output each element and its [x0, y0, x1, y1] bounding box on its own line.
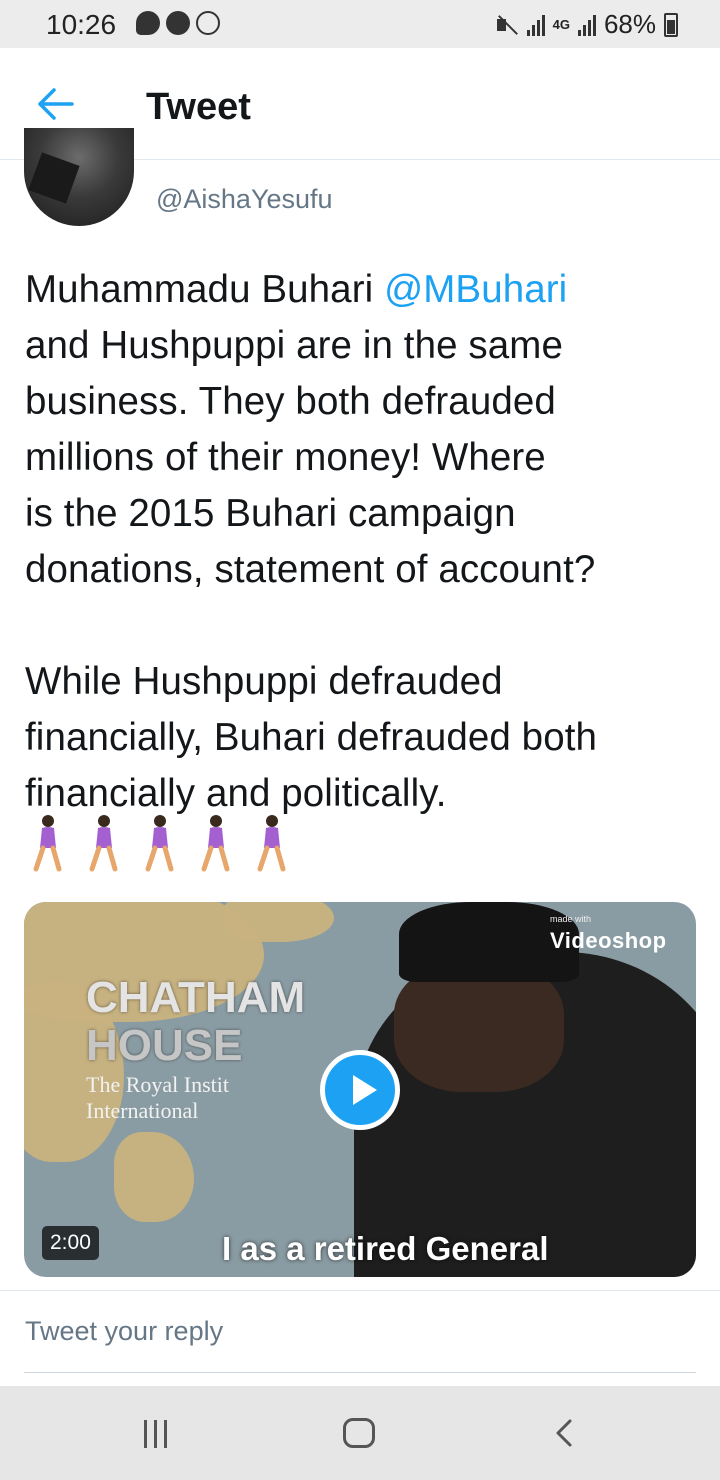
emoji-row: [28, 814, 292, 872]
network-type-label: 4G: [552, 17, 570, 32]
mention-link[interactable]: @MBuhari: [384, 268, 567, 311]
tweet-line: Muhammadu Buhari @MBuhari: [25, 268, 568, 311]
avatar[interactable]: [24, 128, 134, 226]
tweet-line: millions of their money! Where: [25, 436, 546, 479]
recent-apps-button[interactable]: [144, 1420, 167, 1448]
signal-icon: [526, 14, 545, 36]
woman-walking-icon: [257, 815, 286, 872]
video-caption: I as a retired General: [222, 1230, 549, 1267]
mute-icon: [495, 14, 519, 36]
tweet-line: and Hushpuppi are in the same: [25, 324, 563, 367]
avatar-image: [28, 152, 80, 204]
status-time: 10:26: [46, 9, 117, 40]
play-button[interactable]: [320, 1050, 400, 1130]
battery-icon: [664, 12, 678, 37]
notification-icons: [136, 11, 220, 35]
status-bar: 10:26 4G 68%: [0, 0, 720, 48]
sync-icon: [196, 11, 220, 35]
divider: [0, 1290, 720, 1291]
venue-subtitle: The Royal Instit International: [86, 1072, 229, 1123]
map-background: [224, 902, 334, 942]
tweet-line: donations, statement of account?: [25, 548, 596, 591]
watermark-caption: made with: [550, 914, 592, 924]
message-icon: [136, 11, 160, 35]
woman-walking-icon: [145, 815, 174, 872]
tweet-line: financially, Buhari defrauded both: [25, 716, 598, 759]
tweet-line: business. They both defrauded: [25, 380, 556, 423]
signal-icon: [577, 14, 596, 36]
play-icon: [353, 1075, 377, 1105]
reply-underline: [24, 1372, 696, 1373]
video-duration: 2:00: [42, 1226, 99, 1260]
arrow-left-icon: [38, 88, 74, 120]
author-handle[interactable]: @AishaYesufu: [156, 184, 333, 215]
woman-walking-icon: [89, 815, 118, 872]
status-indicators: 4G 68%: [495, 9, 678, 40]
tweet-line: is the 2015 Buhari campaign: [25, 492, 516, 535]
system-nav-bar: [0, 1386, 720, 1480]
venue-logo: CHATHAM HOUSE: [86, 973, 306, 1070]
battery-percent: 68%: [603, 9, 656, 39]
map-background: [114, 1132, 194, 1222]
page-title: Tweet: [146, 86, 251, 128]
video-player[interactable]: CHATHAM HOUSE The Royal Instit Internati…: [24, 902, 696, 1277]
phone-icon: [166, 11, 190, 35]
reply-input[interactable]: Tweet your reply: [25, 1316, 223, 1347]
tweet-text: Muhammadu Buhari @MBuhari and Hushpuppi …: [25, 262, 697, 822]
woman-walking-icon: [201, 815, 230, 872]
watermark-brand: Videoshop: [550, 928, 667, 953]
tweet-line: While Hushpuppi defrauded: [25, 660, 503, 703]
back-nav-button[interactable]: [554, 1418, 574, 1448]
woman-walking-icon: [33, 815, 62, 872]
home-button[interactable]: [343, 1418, 375, 1448]
back-button[interactable]: [34, 86, 78, 122]
